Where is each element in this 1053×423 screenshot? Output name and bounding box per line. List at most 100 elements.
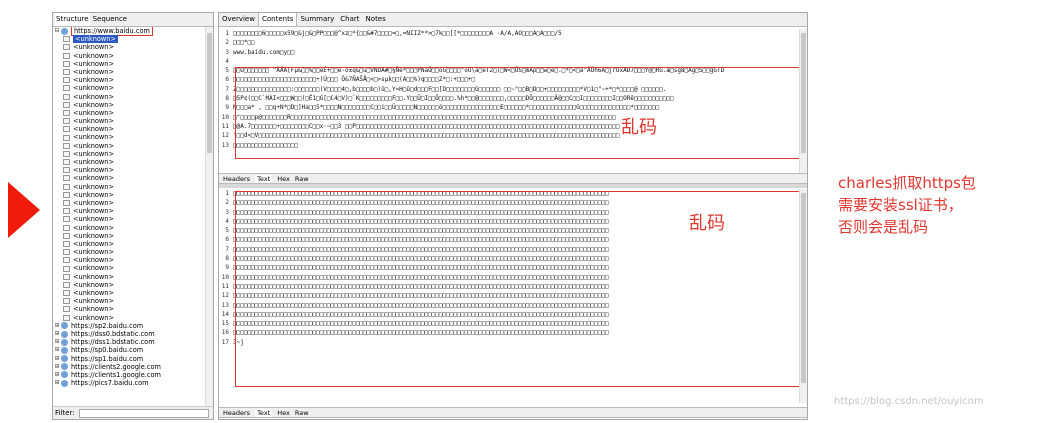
tree-host[interactable]: ⊞ https://pics7.baidu.com [53,379,213,387]
tree-item-label: <unknown> [73,141,115,150]
tree-item[interactable]: <unknown> [53,281,213,289]
tree-item[interactable]: <unknown> [53,84,213,92]
screenshot-root: Structure Sequence ⊟ https://www.baidu.c… [0,0,1053,423]
line-number: 1 [225,190,229,197]
subtab-text[interactable]: Text [255,174,273,183]
tree-item[interactable]: <unknown> [53,35,213,44]
tree-item[interactable]: <unknown> [53,101,213,109]
expand-icon[interactable]: ⊞ [53,371,61,379]
tree-host[interactable]: ⊞ https://sp0.baidu.com [53,346,213,354]
tree-item[interactable]: <unknown> [53,142,213,150]
tree-item[interactable]: <unknown> [53,133,213,141]
tree-host-label: https://clients1.google.com [71,370,161,379]
tab-contents[interactable]: Contents [257,13,298,26]
tree-host[interactable]: ⊞ https://clients2.google.com [53,363,213,371]
tree-item-label: <unknown> [73,174,115,183]
tab-structure[interactable]: Structure [55,13,90,26]
tree-item-label: <unknown> [73,108,115,117]
tree-item[interactable]: <unknown> [53,248,213,256]
tree-item[interactable]: <unknown> [53,60,213,68]
document-icon [63,109,70,116]
tree-item[interactable]: <unknown> [53,174,213,182]
tree-host[interactable]: ⊞ https://dss1.bdstatic.com [53,338,213,346]
document-icon [63,77,70,84]
tree-item[interactable]: <unknown> [53,256,213,264]
subtab-hex[interactable]: Hex [277,409,290,417]
tree-scrollbar[interactable] [205,27,213,407]
scroll-thumb[interactable] [801,193,806,383]
tree-item[interactable]: <unknown> [53,207,213,215]
tree-item-label: <unknown> [73,313,115,322]
document-icon [63,93,70,100]
response-scrollbar[interactable] [799,189,807,403]
tree-item-label: <unknown> [73,166,115,175]
expand-icon[interactable]: ⊞ [53,330,61,338]
expand-icon[interactable]: ⊞ [53,346,61,354]
tree-host[interactable]: ⊞ https://sp1.baidu.com [53,355,213,363]
tree-item[interactable]: <unknown> [53,232,213,240]
tree-item[interactable]: <unknown> [53,305,213,313]
subtab-raw[interactable]: Raw [295,409,309,417]
tree-host[interactable]: ⊞ https://dss0.bdstatic.com [53,330,213,338]
tree-item[interactable]: <unknown> [53,224,213,232]
expand-icon[interactable]: ⊞ [53,338,61,346]
tree-item[interactable]: <unknown> [53,52,213,60]
subtab-hex[interactable]: Hex [277,175,290,183]
subtab-text[interactable]: Text [255,408,273,417]
expand-icon[interactable]: ⊞ [53,322,61,330]
tree-item[interactable]: <unknown> [53,150,213,158]
subtab-headers[interactable]: Headers [223,409,250,417]
tree-item[interactable]: <unknown> [53,117,213,125]
tree-item[interactable]: <unknown> [53,289,213,297]
tree-item[interactable]: <unknown> [53,125,213,133]
tree-host[interactable]: ⊞ https://clients1.google.com [53,371,213,379]
filter-input[interactable] [78,408,209,418]
scroll-thumb[interactable] [207,33,212,153]
tree-item[interactable]: <unknown> [53,43,213,51]
tree-item[interactable]: <unknown> [53,191,213,199]
tree-item-label: <unknown> [73,231,115,240]
tab-summary[interactable]: Summary [297,13,337,26]
tree-host-selected[interactable]: ⊟ https://www.baidu.com [53,27,213,37]
tree-item[interactable]: <unknown> [53,297,213,305]
document-icon [63,85,70,92]
line-number: 7 [225,245,229,253]
tree-item[interactable]: <unknown> [53,215,213,223]
tree-item[interactable]: <unknown> [53,240,213,248]
subtab-raw[interactable]: Raw [295,175,309,183]
tree-item[interactable]: <unknown> [53,314,213,322]
tab-overview[interactable]: Overview [219,13,258,26]
request-scrollbar[interactable] [799,29,807,173]
split-divider[interactable] [219,184,807,188]
tree-host-label: https://sp0.baidu.com [71,346,144,355]
tab-notes[interactable]: Notes [363,13,389,26]
scroll-thumb[interactable] [801,33,806,153]
code-line: 2 □□□*□□ [219,38,807,47]
tree-item[interactable]: <unknown> [53,109,213,117]
expand-icon[interactable]: ⊞ [53,379,61,387]
tree-item[interactable]: <unknown> [53,199,213,207]
tree-item[interactable]: <unknown> [53,93,213,101]
tree-item[interactable]: <unknown> [53,264,213,272]
tab-sequence[interactable]: Sequence [92,13,129,26]
document-icon [63,232,70,239]
tree-item[interactable]: <unknown> [53,183,213,191]
line-number: 7 [225,85,229,93]
expand-icon[interactable]: ⊞ [53,363,61,371]
tree-item[interactable]: <unknown> [53,166,213,174]
tree-host[interactable]: ⊞ https://sp2.baidu.com [53,322,213,330]
tree-items: <unknown> <unknown> <unknown> <unknown> <unk… [53,35,213,322]
tree-item[interactable]: <unknown> [53,273,213,281]
response-garbled-label: 乱码 [689,213,725,234]
host-tree: ⊟ https://www.baidu.com <unknown> <unknow… [53,27,213,407]
line-number: 17 [221,338,229,346]
line-number: 5 [225,67,229,75]
collapse-icon[interactable]: ⊟ [53,27,61,35]
tree-item[interactable]: <unknown> [53,76,213,84]
document-icon [63,69,70,76]
expand-icon[interactable]: ⊞ [53,355,61,363]
tree-item[interactable]: <unknown> [53,158,213,166]
tree-item[interactable]: <unknown> [53,68,213,76]
tab-chart[interactable]: Chart [337,13,362,26]
subtab-headers[interactable]: Headers [223,175,250,183]
